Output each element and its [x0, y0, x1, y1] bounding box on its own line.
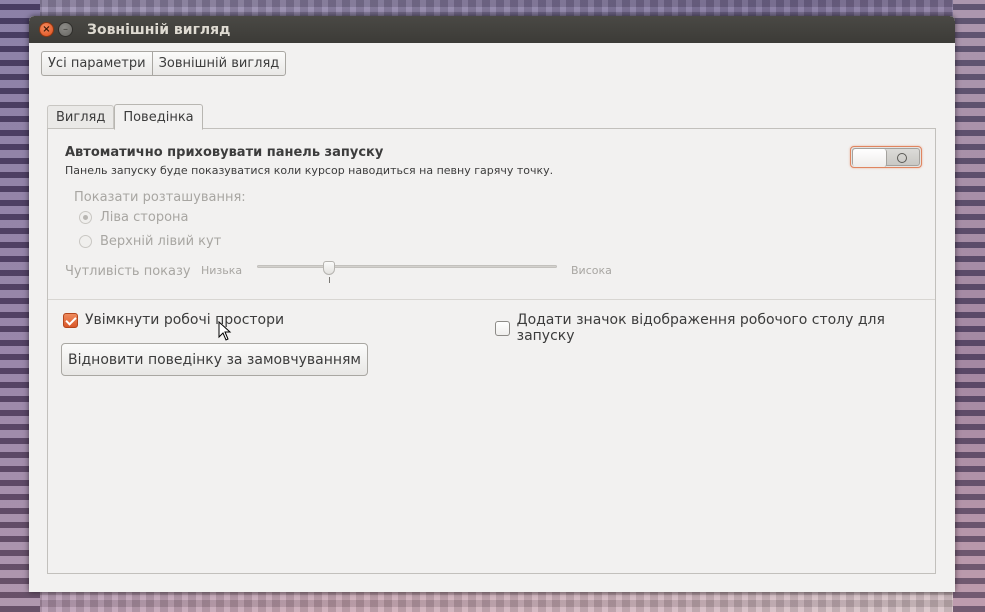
- tab-behavior[interactable]: Поведінка: [114, 104, 203, 130]
- restore-defaults-button[interactable]: Відновити поведінку за замовчуванням: [61, 343, 368, 376]
- appearance-window: × – Зовнішній вигляд Усі параметри Зовні…: [29, 16, 955, 592]
- tab-bar: Вигляд Поведінка: [47, 103, 203, 130]
- radio-indicator: [79, 211, 92, 224]
- sensitivity-low-label: Низька: [201, 264, 243, 277]
- autohide-description: Панель запуску буде показуватися коли ку…: [65, 164, 554, 177]
- workspaces-checkbox-row[interactable]: Увімкнути робочі простори: [63, 312, 284, 328]
- workspaces-checkbox[interactable]: [63, 312, 78, 328]
- sensitivity-slider[interactable]: [257, 261, 557, 285]
- show-desktop-checkbox-row[interactable]: Додати значок відображення робочого стол…: [495, 312, 935, 344]
- autohide-heading: Автоматично приховувати панель запуску: [65, 145, 384, 160]
- show-desktop-checkbox[interactable]: [495, 320, 510, 336]
- off-circle-icon: [897, 153, 907, 163]
- tab-look[interactable]: Вигляд: [47, 105, 115, 129]
- mouse-pointer-icon: [218, 321, 232, 341]
- minimize-window-button[interactable]: –: [58, 22, 73, 37]
- close-window-button[interactable]: ×: [39, 22, 54, 37]
- radio-left-side[interactable]: Ліва сторона: [79, 210, 189, 225]
- radio-label: Верхній лівий кут: [100, 234, 222, 249]
- breadcrumb: Усі параметри Зовнішній вигляд: [41, 51, 287, 76]
- behavior-panel: Автоматично приховувати панель запуску П…: [47, 128, 936, 574]
- minimize-icon: –: [63, 23, 68, 35]
- title-bar[interactable]: × – Зовнішній вигляд: [29, 16, 955, 43]
- radio-indicator: [79, 235, 92, 248]
- reveal-location-label: Показати розташування:: [74, 190, 246, 205]
- window-title: Зовнішній вигляд: [87, 21, 231, 38]
- sensitivity-high-label: Висока: [571, 264, 612, 277]
- autohide-switch[interactable]: [850, 146, 922, 168]
- slider-track: [257, 265, 557, 268]
- radio-label: Ліва сторона: [100, 210, 189, 225]
- separator: [48, 299, 935, 300]
- slider-handle[interactable]: [323, 261, 335, 275]
- breadcrumb-appearance[interactable]: Зовнішній вигляд: [151, 51, 287, 76]
- sensitivity-label: Чутливість показу: [65, 264, 191, 279]
- workspaces-label: Увімкнути робочі простори: [85, 312, 285, 328]
- radio-top-left-corner[interactable]: Верхній лівий кут: [79, 234, 221, 249]
- close-icon: ×: [42, 23, 51, 35]
- switch-knob: [853, 149, 887, 167]
- show-desktop-label: Додати значок відображення робочого стол…: [516, 312, 885, 344]
- desktop-wallpaper-right: [953, 0, 985, 612]
- breadcrumb-all-settings[interactable]: Усі параметри: [41, 51, 152, 76]
- switch-track: [852, 148, 920, 167]
- slider-tick-mark: [329, 277, 330, 283]
